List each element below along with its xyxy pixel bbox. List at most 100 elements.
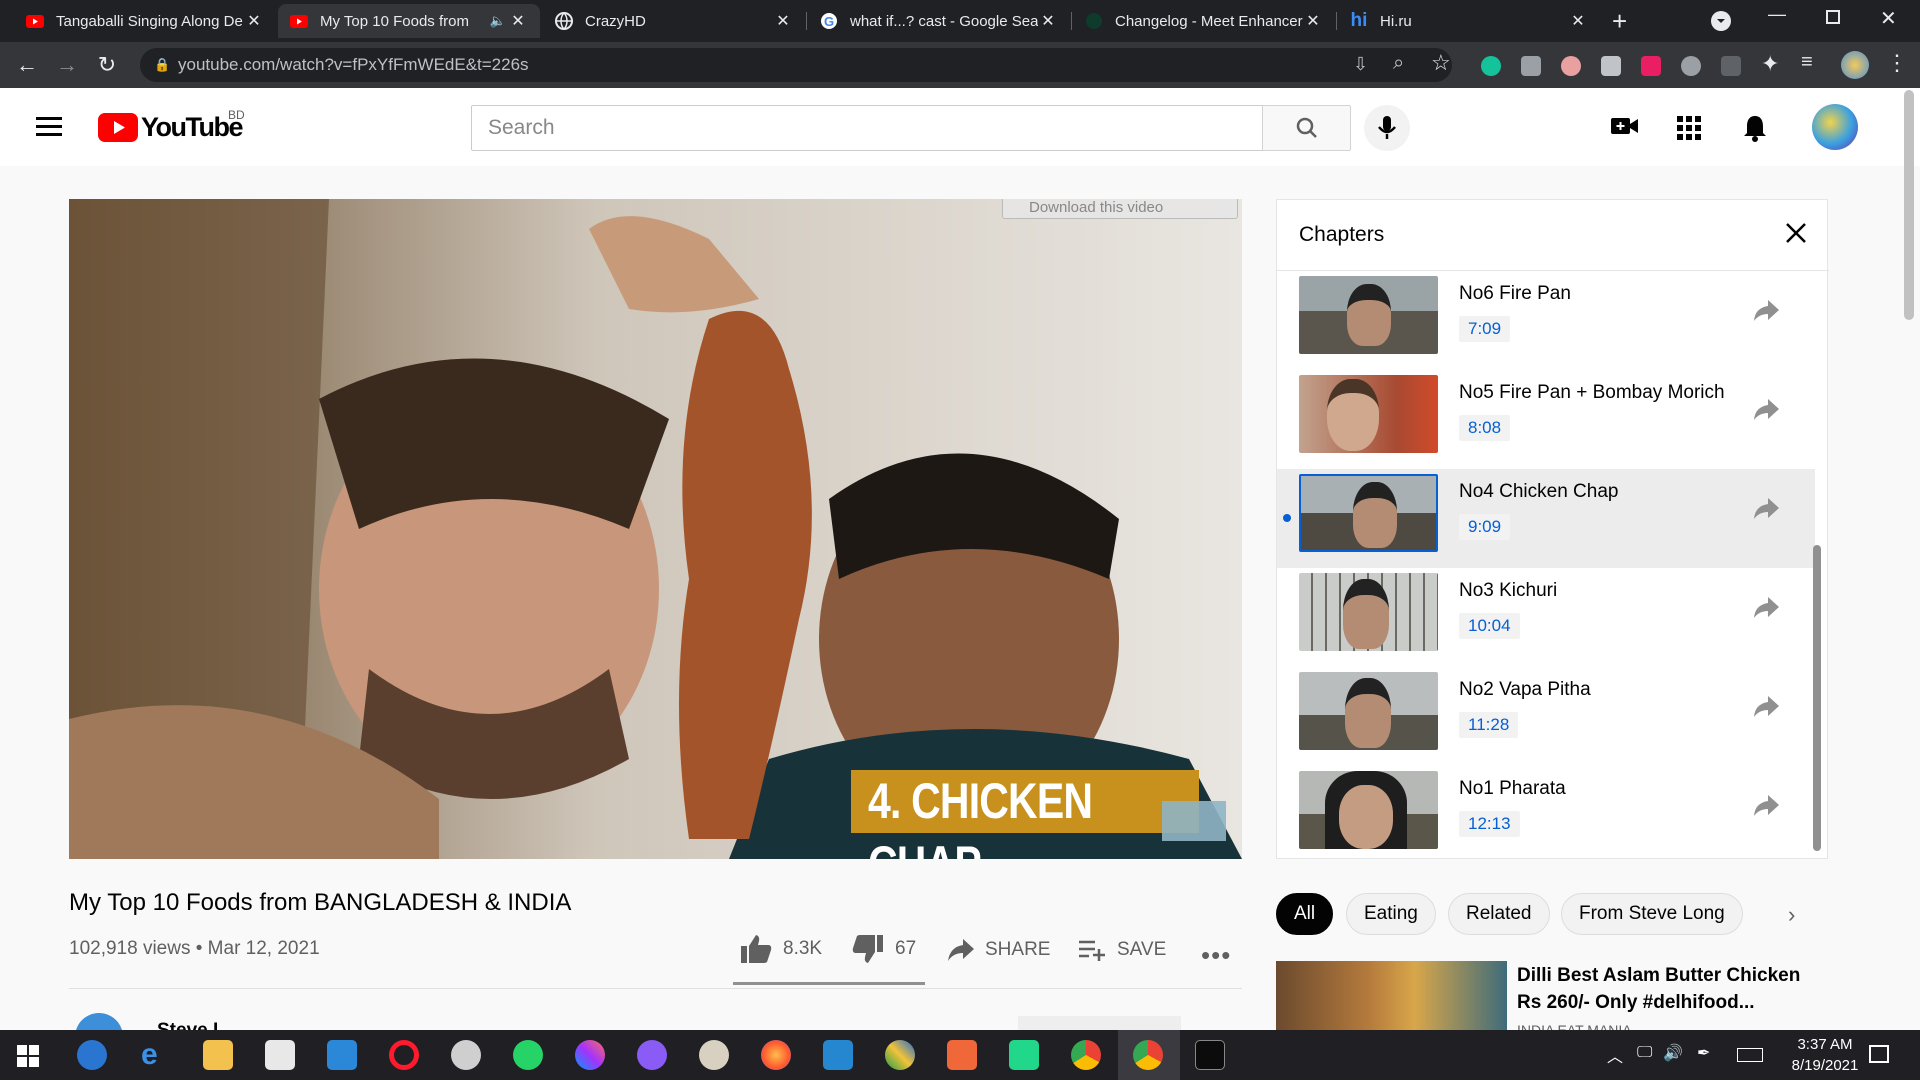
github-desktop-icon[interactable] (637, 1040, 667, 1070)
volume-icon[interactable]: 🔊 (1663, 1043, 1683, 1063)
app-icon[interactable] (699, 1040, 729, 1070)
recommendation-title[interactable]: Dilli Best Aslam Butter Chicken Rs 260/-… (1517, 962, 1800, 1016)
forward-arrow-icon[interactable]: → (55, 53, 79, 77)
file-explorer-icon[interactable] (203, 1040, 233, 1070)
messenger-icon[interactable] (575, 1040, 605, 1070)
close-tab-icon[interactable]: ✕ (1038, 11, 1058, 31)
chip-from-steve-long[interactable]: From Steve Long (1561, 893, 1743, 935)
share-arrow-icon[interactable] (1751, 295, 1781, 325)
close-icon[interactable] (1785, 222, 1807, 244)
share-arrow-icon[interactable] (1751, 493, 1781, 523)
notifications-icon[interactable] (1869, 1045, 1889, 1063)
pycharm-icon[interactable] (1009, 1040, 1039, 1070)
chapter-time[interactable]: 8:08 (1459, 415, 1511, 441)
chapter-item[interactable]: No3 Kichuri 10:04 (1277, 568, 1815, 667)
chapter-time[interactable]: 10:04 (1459, 613, 1520, 639)
browser-tab-6[interactable]: hi Hi.ru ✕ (1338, 4, 1600, 38)
hamburger-menu-icon[interactable] (36, 117, 62, 137)
back-arrow-icon[interactable]: ← (15, 53, 39, 77)
chip-eating[interactable]: Eating (1346, 893, 1436, 935)
chapter-time[interactable]: 9:09 (1459, 514, 1511, 540)
app-icon[interactable] (885, 1040, 915, 1070)
share-arrow-icon[interactable] (1751, 394, 1781, 424)
notifications-bell-icon[interactable] (1743, 114, 1767, 142)
chrome-icon[interactable] (1071, 1040, 1101, 1070)
new-tab-icon[interactable]: + (1612, 6, 1627, 37)
voice-search-button[interactable] (1364, 105, 1410, 151)
apps-grid-icon[interactable] (1677, 116, 1701, 140)
chip-related[interactable]: Related (1448, 893, 1550, 935)
keyboard-icon[interactable] (1737, 1048, 1763, 1062)
share-arrow-icon[interactable] (1751, 790, 1781, 820)
extension-icon[interactable] (1601, 56, 1621, 76)
video-player[interactable]: Download this video 4. CHICKEN CHAP (69, 199, 1242, 859)
install-icon[interactable]: ⇩ (1353, 54, 1368, 75)
browser-tab-1[interactable]: Tangaballi Singing Along De ✕ (14, 4, 276, 38)
save-button[interactable]: SAVE (1079, 939, 1166, 961)
puzzle-extensions-icon[interactable]: ✦ (1761, 51, 1779, 77)
bookmark-star-icon[interactable]: ☆ (1431, 50, 1451, 76)
like-button[interactable]: 8.3K (739, 933, 822, 965)
create-video-icon[interactable] (1611, 115, 1639, 137)
chevron-up-icon[interactable]: ︿ (1607, 1043, 1623, 1067)
chapter-item-selected[interactable]: No4 Chicken Chap 9:09 (1277, 469, 1815, 568)
recommendation-channel[interactable]: INDIA EAT MANIA (1517, 1023, 1632, 1030)
edge-icon[interactable]: e (141, 1040, 171, 1070)
chrome-icon[interactable] (1133, 1040, 1163, 1070)
share-arrow-icon[interactable] (1751, 592, 1781, 622)
tab-search-icon[interactable] (1711, 11, 1731, 31)
network-icon[interactable]: 🖵 (1637, 1044, 1652, 1062)
chapter-time[interactable]: 12:13 (1459, 811, 1520, 837)
youtube-logo[interactable]: YouTube (98, 112, 243, 143)
profile-avatar[interactable] (1841, 51, 1869, 79)
browser-tab-4[interactable]: G what if...? cast - Google Sear ✕ (808, 4, 1070, 38)
browser-tab-5[interactable]: Changelog - Meet Enhancer ✕ (1073, 4, 1335, 38)
chevron-right-icon[interactable]: › (1788, 902, 1795, 928)
minimize-icon[interactable]: — (1768, 4, 1786, 25)
search-button[interactable] (1262, 105, 1351, 151)
download-extension-icon[interactable] (1681, 56, 1701, 76)
app-icon[interactable] (947, 1040, 977, 1070)
more-actions-icon[interactable]: ••• (1201, 940, 1231, 971)
recommendation-thumbnail[interactable] (1276, 961, 1507, 1030)
mail-icon[interactable] (327, 1040, 357, 1070)
browser-tab-3[interactable]: CrazyHD ✕ (543, 4, 805, 38)
close-tab-icon[interactable]: ✕ (508, 11, 528, 31)
firefox-icon[interactable] (761, 1040, 791, 1070)
windows-start-icon[interactable] (17, 1045, 39, 1067)
chapter-time[interactable]: 11:28 (1459, 712, 1519, 738)
vscode-icon[interactable] (823, 1040, 853, 1070)
clock[interactable]: 3:37 AM 8/19/2021 (1780, 1034, 1870, 1076)
search-input[interactable]: Search (471, 105, 1263, 151)
microsoft-store-icon[interactable] (265, 1040, 295, 1070)
zoom-icon[interactable]: ⌕ (1393, 52, 1404, 75)
chapter-item[interactable]: No1 Pharata 12:13 (1277, 766, 1815, 865)
close-tab-icon[interactable]: ✕ (1303, 11, 1323, 31)
chip-all[interactable]: All (1276, 893, 1334, 935)
chapters-scrollbar[interactable] (1813, 545, 1821, 851)
qbittorrent-icon[interactable] (77, 1040, 107, 1070)
close-tab-icon[interactable]: ✕ (1568, 11, 1588, 31)
terminal-icon[interactable] (1195, 1040, 1225, 1070)
whatsapp-icon[interactable] (513, 1040, 543, 1070)
extension-icon[interactable] (1721, 56, 1741, 76)
play-extension-icon[interactable] (1641, 56, 1661, 76)
close-window-icon[interactable]: ✕ (1880, 6, 1897, 31)
close-tab-icon[interactable]: ✕ (244, 11, 264, 31)
grammarly-icon[interactable] (1481, 56, 1501, 76)
extension-icon[interactable] (1561, 56, 1581, 76)
share-arrow-icon[interactable] (1751, 691, 1781, 721)
reload-icon[interactable]: ↻ (95, 53, 119, 77)
chapter-item[interactable]: No2 Vapa Pitha 11:28 (1277, 667, 1815, 766)
reading-list-icon[interactable]: ≡ (1801, 51, 1813, 74)
dislike-button[interactable]: 67 (851, 933, 916, 965)
address-bar[interactable]: 🔒 youtube.com/watch?v=fPxYfFmWEdE&t=226s (140, 48, 1452, 82)
browser-tab-2-active[interactable]: My Top 10 Foods from 🔈 ✕ (278, 4, 540, 38)
restore-icon[interactable] (1826, 10, 1840, 24)
chapter-item[interactable]: No6 Fire Pan 7:09 (1277, 271, 1815, 370)
share-button[interactable]: SHARE (947, 937, 1050, 963)
menu-dots-icon[interactable]: ⋮ (1886, 50, 1908, 76)
channel-watermark[interactable] (1162, 801, 1226, 841)
chapter-item[interactable]: No5 Fire Pan + Bombay Morich 8:08 (1277, 370, 1815, 469)
pen-icon[interactable]: ✒ (1697, 1043, 1710, 1063)
